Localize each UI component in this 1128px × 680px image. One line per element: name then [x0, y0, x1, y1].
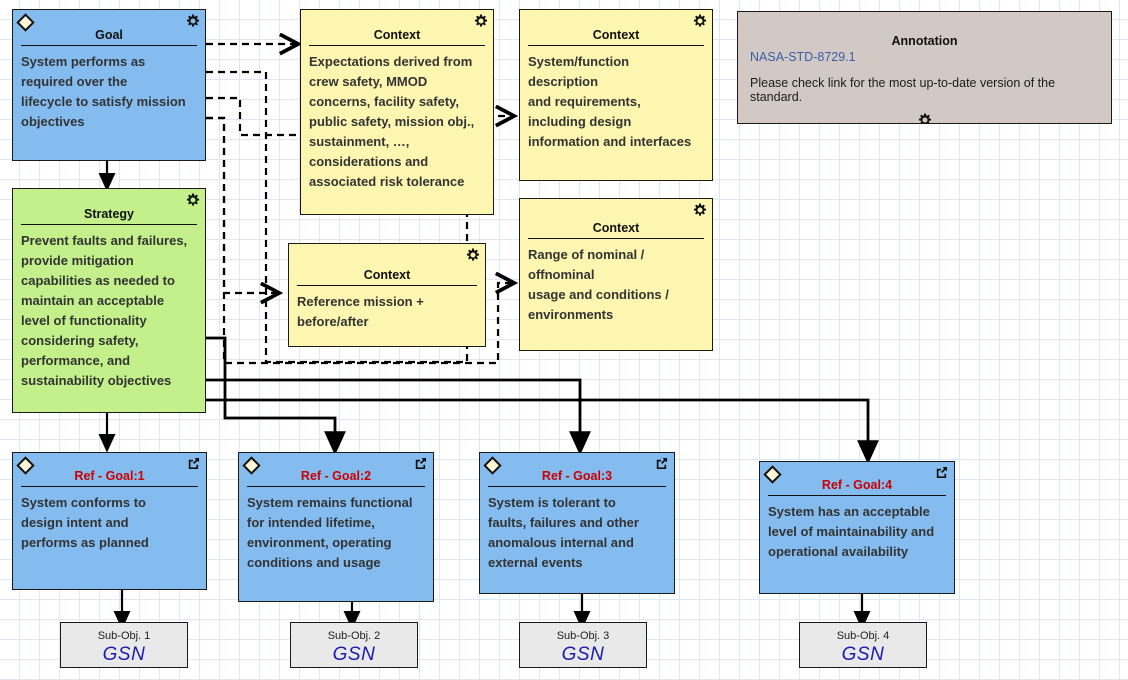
- sub-objective-1[interactable]: Sub-Obj. 1 GSN: [60, 622, 188, 668]
- node-ref-goal-1[interactable]: Ref - Goal:1 System conforms to design i…: [12, 452, 207, 590]
- diamond-icon: [241, 456, 261, 475]
- connector-goal-to-context-range: [206, 96, 297, 137]
- node-body: System/function description and requirem…: [528, 54, 692, 149]
- gear-icon[interactable]: [738, 113, 1111, 123]
- external-link-icon[interactable]: [187, 457, 201, 471]
- node-title: Context: [592, 28, 640, 42]
- node-annotation[interactable]: Annotation NASA-STD-8729.1 Please check …: [737, 11, 1112, 124]
- sub-objective-2[interactable]: Sub-Obj. 2 GSN: [290, 622, 418, 668]
- node-body: Range of nominal / offnominal usage and …: [528, 247, 669, 322]
- node-goal-body: System performs as required over the lif…: [21, 54, 186, 129]
- gear-icon[interactable]: [693, 203, 707, 217]
- node-context-expectations[interactable]: Context Expectations derived from crew s…: [300, 9, 494, 215]
- connector-strategy-to-ref-goal-4: [206, 398, 879, 465]
- gear-icon[interactable]: [693, 14, 707, 28]
- gear-icon[interactable]: [186, 14, 200, 28]
- sub-objective-value: GSN: [332, 644, 376, 665]
- node-ref-goal-3-body: System is tolerant to faults, failures a…: [488, 495, 639, 570]
- node-ref-goal-3-title: Ref - Goal:3: [541, 469, 613, 483]
- node-context-range[interactable]: Context Range of nominal / offnominal us…: [519, 198, 713, 351]
- sub-objective-label: Sub-Obj. 2: [327, 630, 381, 642]
- node-goal-title: Goal: [95, 28, 123, 42]
- node-body: Expectations derived from crew safety, M…: [309, 54, 475, 189]
- node-context-reference-mission[interactable]: Context Reference mission + before/after: [288, 243, 486, 347]
- node-ref-goal-4-title: Ref - Goal:4: [821, 478, 893, 492]
- sub-objective-4[interactable]: Sub-Obj. 4 GSN: [799, 622, 927, 668]
- sub-objective-label: Sub-Obj. 3: [556, 630, 610, 642]
- node-strategy[interactable]: Strategy Prevent faults and failures, pr…: [12, 188, 206, 413]
- node-ref-goal-2[interactable]: Ref - Goal:2 System remains functional f…: [238, 452, 434, 602]
- sub-objective-3[interactable]: Sub-Obj. 3 GSN: [519, 622, 647, 668]
- node-context-system[interactable]: Context System/function description and …: [519, 9, 713, 181]
- external-link-icon[interactable]: [935, 466, 949, 480]
- annotation-title: Annotation: [891, 34, 958, 48]
- node-title: Context: [373, 28, 421, 42]
- gear-icon[interactable]: [474, 14, 488, 28]
- node-ref-goal-1-body: System conforms to design intent and per…: [21, 495, 149, 550]
- node-body: Reference mission + before/after: [297, 294, 424, 329]
- node-ref-goal-4-body: System has an acceptable level of mainta…: [768, 504, 935, 559]
- node-ref-goal-3[interactable]: Ref - Goal:3 System is tolerant to fault…: [479, 452, 675, 594]
- node-title: Context: [363, 268, 411, 282]
- node-ref-goal-4[interactable]: Ref - Goal:4 System has an acceptable le…: [759, 461, 955, 594]
- node-title: Context: [592, 221, 640, 235]
- diamond-icon: [15, 456, 35, 475]
- diagram-canvas: Goal System performs as required over th…: [0, 0, 1128, 680]
- sub-objective-value: GSN: [102, 644, 146, 665]
- node-ref-goal-2-title: Ref - Goal:2: [300, 469, 372, 483]
- gear-icon[interactable]: [186, 193, 200, 207]
- sub-objective-value: GSN: [841, 644, 885, 665]
- external-link-icon[interactable]: [655, 457, 669, 471]
- node-ref-goal-2-body: System remains functional for intended l…: [247, 495, 413, 570]
- diamond-icon: [15, 13, 35, 32]
- node-ref-goal-1-title: Ref - Goal:1: [74, 469, 145, 483]
- node-strategy-body: Prevent faults and failures, provide mit…: [21, 233, 188, 388]
- diamond-icon: [482, 456, 502, 475]
- external-link-icon[interactable]: [414, 457, 428, 471]
- connector-strategy-to-ref-goal-2: [206, 336, 346, 456]
- sub-objective-label: Sub-Obj. 1: [97, 630, 151, 642]
- node-goal[interactable]: Goal System performs as required over th…: [12, 9, 206, 161]
- gear-icon[interactable]: [466, 248, 480, 262]
- sub-objective-label: Sub-Obj. 4: [836, 630, 890, 642]
- diamond-icon: [762, 465, 782, 484]
- annotation-text: Please check link for the most up-to-dat…: [750, 76, 1056, 104]
- sub-objective-value: GSN: [561, 644, 605, 665]
- annotation-link[interactable]: NASA-STD-8729.1: [738, 48, 1111, 64]
- connector-strategy-to-ref-goal-3: [206, 378, 591, 456]
- connector-goal-to-context-reference-mission: [206, 116, 278, 293]
- node-strategy-title: Strategy: [83, 207, 135, 221]
